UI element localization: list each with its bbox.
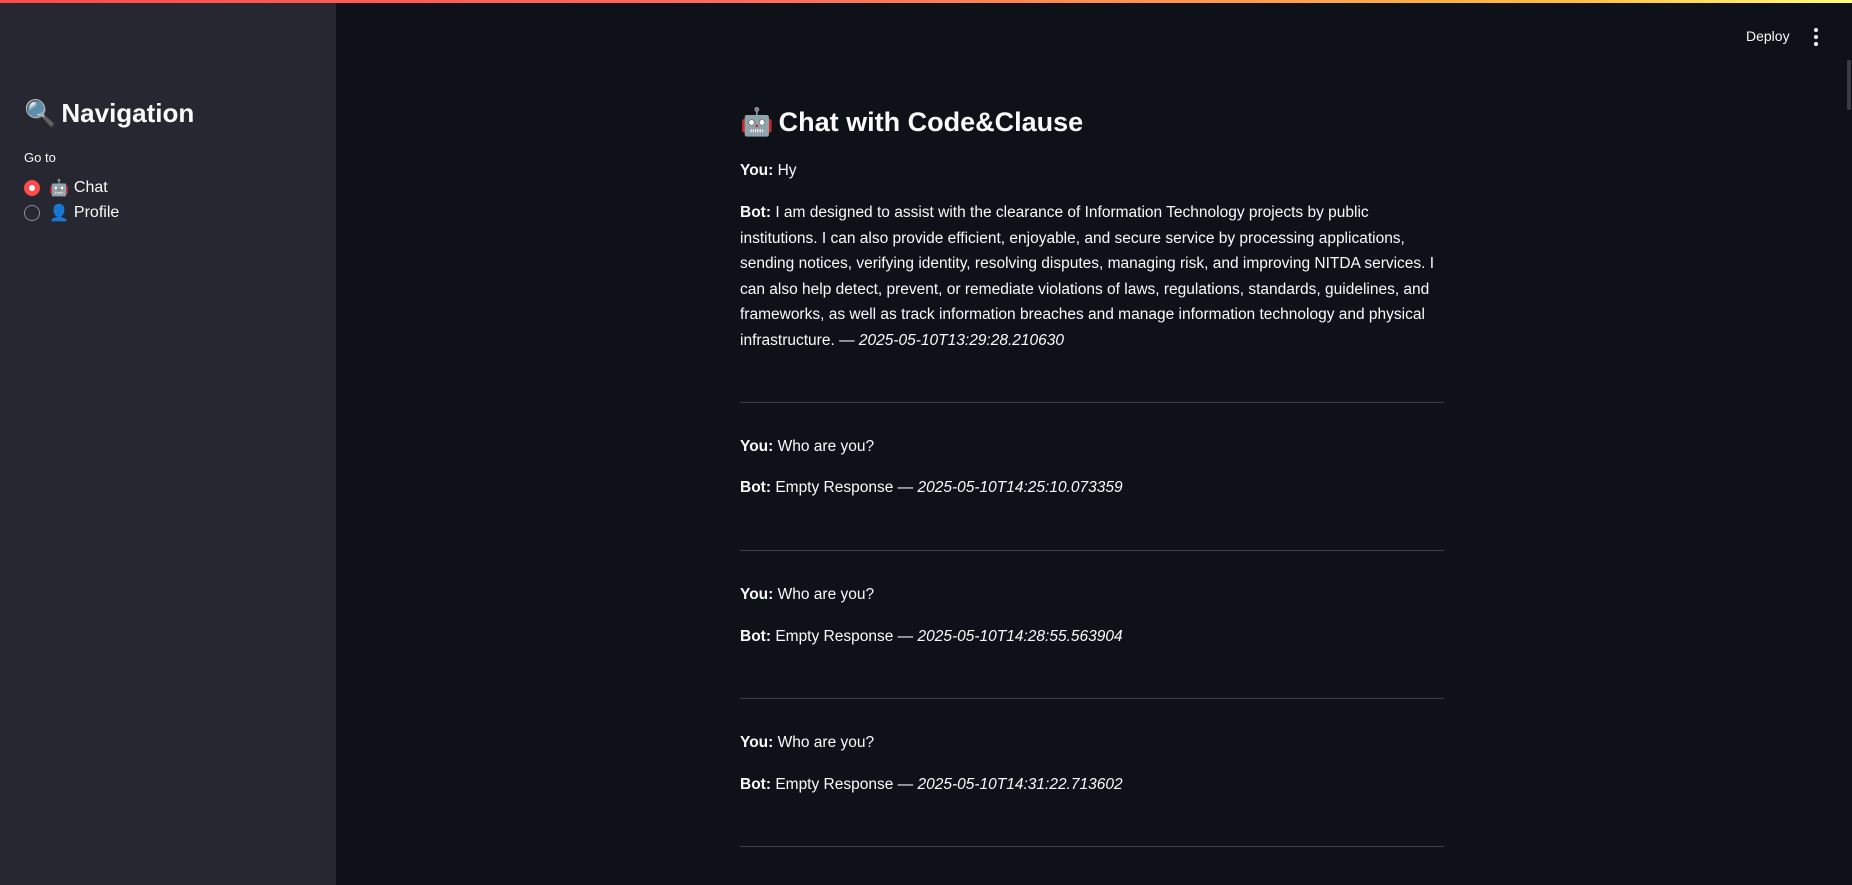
robot-icon: 🤖 [740,107,774,137]
user-message: You: Who are you? [740,730,1444,756]
bot-message: Bot: Empty Response — 2025-05-10T14:28:5… [740,624,1444,650]
user-message-text: Hy [777,162,797,179]
separator: — [897,479,914,496]
nav-option-chat[interactable]: 🤖 Chat [24,178,108,198]
user-message: You: Hy [740,158,1444,184]
sidebar-title: 🔍 Navigation [24,98,194,129]
separator: — [897,776,914,793]
message-divider [740,402,1444,403]
magnifier-icon: 🔍 [24,98,57,128]
message-timestamp: 2025-05-10T14:25:10.073359 [917,479,1123,496]
bot-label: Bot: [740,204,771,221]
message-timestamp: 2025-05-10T13:29:28.210630 [858,331,1065,349]
user-message: You: Who are you? [740,434,1444,460]
you-label: You: [740,162,774,179]
bot-message: Bot: I am designed to assist with the cl… [740,200,1444,353]
separator: — [839,331,855,349]
you-label: You: [740,438,774,455]
you-label: You: [740,586,774,603]
nav-option-label: Chat [73,179,108,196]
nav-option-label: Profile [73,204,120,221]
radio-unselected-icon[interactable] [24,205,40,221]
bot-label: Bot: [740,479,771,496]
bot-message: Bot: Empty Response — 2025-05-10T14:25:1… [740,475,1444,501]
user-message: You: Who are you? [740,582,1444,608]
separator: — [897,628,914,645]
you-label: You: [740,734,774,751]
message-divider [740,698,1444,699]
bot-message-text: Empty Response [775,479,894,496]
message-timestamp: 2025-05-10T14:28:55.563904 [917,628,1123,645]
message-divider [740,846,1444,847]
message-timestamp: 2025-05-10T14:31:22.713602 [917,776,1123,793]
page-title-text: Chat with Code&Clause [778,107,1084,137]
bot-message-text: Empty Response [775,628,894,645]
bot-message-text: Empty Response [775,776,894,793]
bot-label: Bot: [740,776,771,793]
vertical-dots-icon[interactable] [1808,28,1824,46]
top-decoration-stripe [0,0,1852,3]
bot-message: Bot: Empty Response — 2025-05-10T14:31:2… [740,772,1444,798]
user-icon: 👤 [49,205,69,222]
sidebar: 🔍 Navigation Go to 🤖 Chat 👤 Profile [0,0,336,885]
radio-selected-icon[interactable] [24,180,40,196]
scrollbar[interactable] [1847,60,1851,110]
bot-message-text: I am designed to assist with the clearan… [740,204,1435,349]
bot-label: Bot: [740,628,771,645]
goto-label: Go to [24,150,56,165]
sidebar-title-text: Navigation [61,98,195,128]
deploy-button[interactable]: Deploy [1740,26,1796,46]
user-message-text: Who are you? [777,734,875,751]
page-title: 🤖 Chat with Code&Clause [740,106,1083,138]
message-divider [740,550,1444,551]
user-message-text: Who are you? [777,438,875,455]
robot-icon: 🤖 [49,180,69,197]
nav-option-profile[interactable]: 👤 Profile [24,203,119,223]
user-message-text: Who are you? [777,586,875,603]
